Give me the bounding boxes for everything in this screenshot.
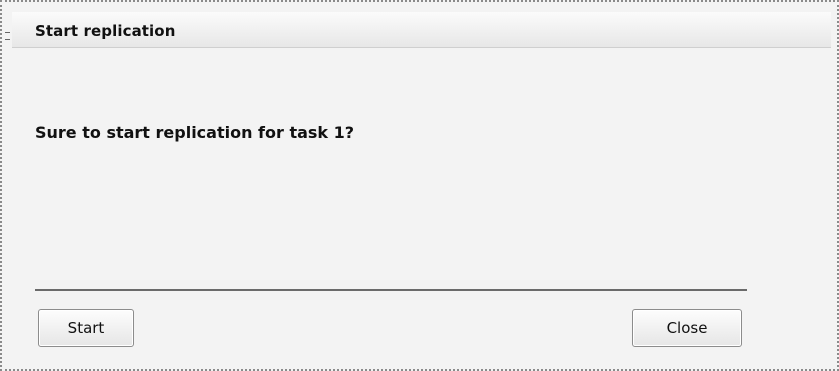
- drag-handle-icon[interactable]: [5, 32, 10, 40]
- divider: [35, 289, 747, 291]
- start-replication-dialog: Start replication Sure to start replicat…: [0, 0, 839, 371]
- confirmation-message: Sure to start replication for task 1?: [35, 123, 355, 142]
- dialog-title: Start replication: [35, 22, 176, 40]
- close-button[interactable]: Close: [632, 309, 742, 347]
- start-button[interactable]: Start: [38, 309, 134, 347]
- dialog-title-bar[interactable]: Start replication: [5, 12, 831, 48]
